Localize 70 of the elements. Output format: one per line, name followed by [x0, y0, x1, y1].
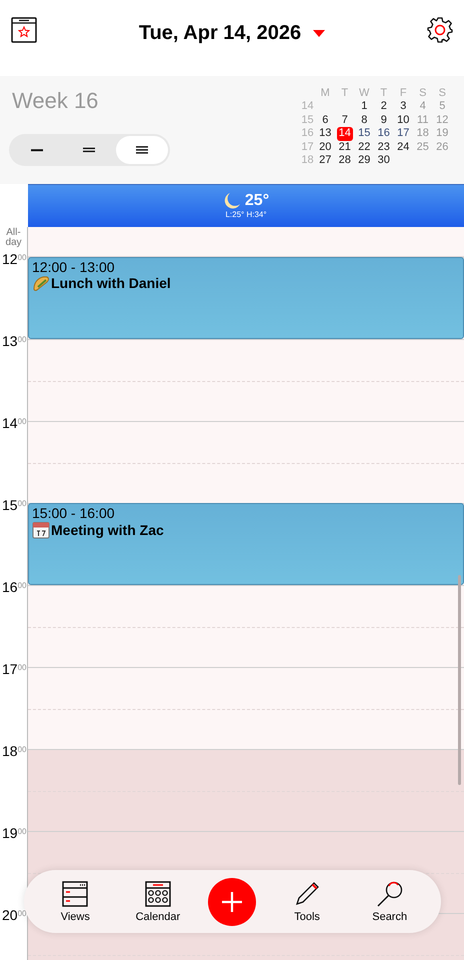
week-label: Week 16: [11, 88, 100, 114]
event-title: Meeting with Zac: [51, 522, 164, 538]
weekday-label: S: [418, 87, 428, 100]
event-card[interactable]: 12:00 - 13:00 Lunch with Daniel: [28, 257, 464, 339]
temperature-range: L:25° H:34°: [225, 210, 267, 220]
event-title: Lunch with Daniel: [51, 275, 171, 291]
calendar-day[interactable]: 28: [336, 154, 353, 168]
calendar-day[interactable]: 30: [376, 154, 392, 168]
hour-label: 20$^{00}$: [2, 907, 26, 923]
calendar-day[interactable]: 15: [356, 127, 372, 141]
hour-label: 18$^{00}$: [2, 743, 26, 759]
temperature: 25°: [244, 192, 270, 210]
event-time: 12:00 - 13:00: [32, 259, 116, 275]
hour-label: 13$^{00}$: [2, 333, 26, 349]
calendar-day[interactable]: 6: [320, 114, 330, 128]
calendar-day[interactable]: 21: [336, 140, 353, 154]
weekday-label: W: [358, 87, 370, 100]
list-view-icon: [62, 880, 88, 906]
settings-icon[interactable]: [426, 17, 453, 43]
calendar-grid-icon: [144, 880, 171, 906]
event-card[interactable]: 15:00 - 16:00 Meeting with Zac: [28, 503, 464, 585]
calendar-day[interactable]: 7: [340, 114, 350, 128]
toolbar-button[interactable]: Tools: [275, 880, 340, 922]
all-day-label: All-day: [4, 228, 23, 248]
toolbar-button[interactable]: Search: [358, 880, 422, 922]
caret-icon: [313, 30, 326, 36]
calendar-day[interactable]: 14: [336, 127, 353, 141]
week-number: 14: [300, 100, 315, 114]
toolbar-button[interactable]: Calendar: [126, 880, 190, 922]
calendar-icon: [32, 521, 50, 539]
weekday-label: F: [398, 87, 408, 100]
calendar-day[interactable]: 13: [317, 127, 334, 141]
week-number: 18: [300, 154, 315, 168]
calendar-day[interactable]: 24: [395, 140, 412, 154]
date-picker-button[interactable]: Tue, Apr 14, 2026: [138, 18, 326, 48]
toolbar-button[interactable]: Views: [43, 880, 108, 922]
calendar-day[interactable]: 20: [317, 140, 334, 154]
calendar-day[interactable]: 27: [317, 154, 334, 168]
lines-icon: [136, 144, 148, 156]
weekday-label: T: [340, 87, 350, 100]
view-mode-segment[interactable]: [116, 136, 168, 164]
calendar-day[interactable]: 3: [398, 100, 408, 114]
pencil-icon: [294, 880, 320, 906]
calendar-day[interactable]: 8: [359, 114, 370, 128]
weekday-label: T: [379, 87, 388, 100]
week-number: 16: [300, 127, 315, 141]
weekday-label: M: [320, 87, 331, 100]
calendar-day[interactable]: 22: [356, 140, 372, 154]
week-number: 15: [300, 114, 315, 128]
hour-label: 15$^{00}$: [2, 497, 26, 513]
hour-label: 16$^{00}$: [2, 579, 26, 595]
calendar-day[interactable]: 1: [359, 100, 370, 114]
weekday-label: S: [438, 87, 447, 100]
calendar-day[interactable]: 2: [378, 100, 389, 114]
hour-label: 12$^{00}$: [2, 251, 26, 267]
week-number: 17: [300, 140, 315, 154]
moon-icon: [222, 192, 241, 210]
calendar-day[interactable]: 10: [395, 114, 412, 128]
plus-icon: [222, 892, 242, 912]
hour-label: 19$^{00}$: [2, 825, 26, 841]
hour-label: 14$^{00}$: [2, 415, 26, 431]
taco-icon: [32, 275, 50, 291]
event-time: 15:00 - 16:00: [32, 505, 116, 521]
hour-label: 17$^{00}$: [2, 661, 26, 677]
search-icon: [376, 880, 404, 906]
calendar-day[interactable]: 16: [376, 127, 392, 141]
calendar-day[interactable]: 23: [376, 140, 392, 154]
calendar-day[interactable]: 29: [356, 154, 372, 168]
calendar-day[interactable]: 9: [378, 114, 389, 128]
calendar-day[interactable]: 17: [395, 127, 412, 141]
